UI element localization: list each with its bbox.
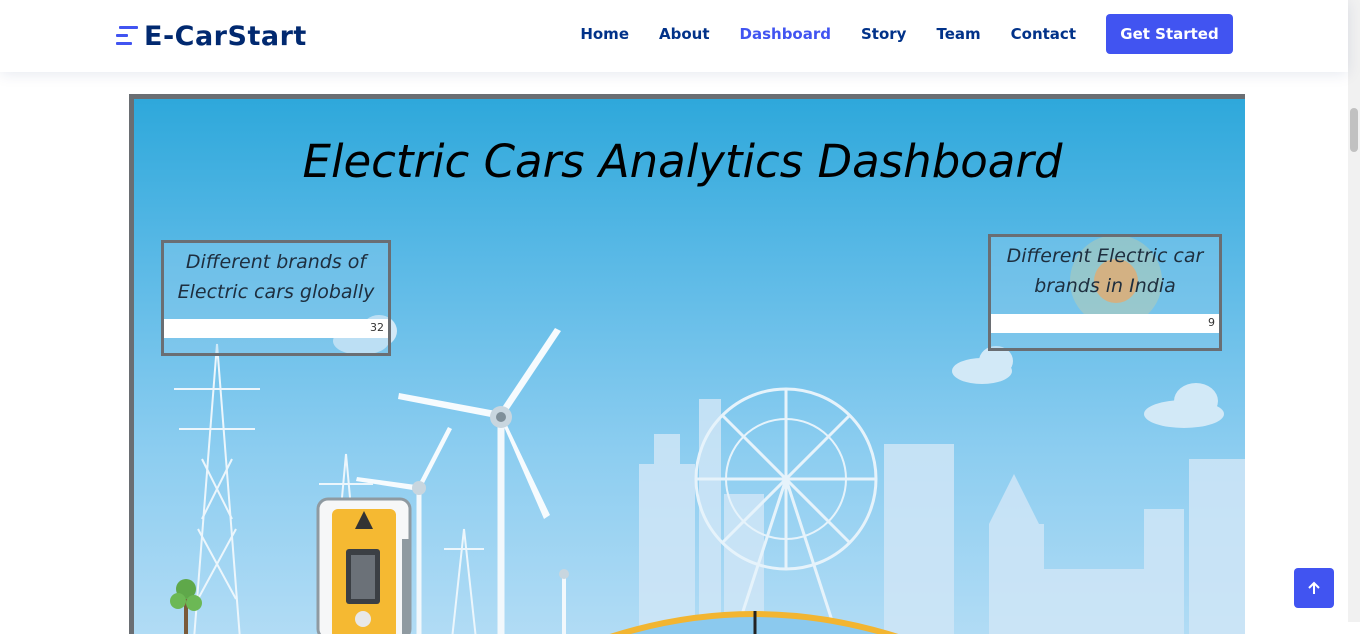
arrow-up-icon — [1308, 581, 1320, 594]
back-to-top-button[interactable] — [1294, 568, 1334, 608]
dashboard-title: Electric Cars Analytics Dashboard — [302, 135, 1063, 188]
kpi-india-brands[interactable]: Different Electric car brands in India 9 — [988, 234, 1222, 351]
nav-about[interactable]: About — [659, 25, 710, 43]
scrollbar-thumb[interactable] — [1350, 108, 1358, 152]
kpi-india-brands-value: 9 — [1208, 316, 1215, 329]
page-scrollbar[interactable] — [1348, 0, 1360, 622]
brand-name: E-CarStart — [144, 20, 307, 52]
ferris-wheel — [694, 387, 878, 634]
charging-station — [316, 497, 412, 634]
nav-team[interactable]: Team — [936, 25, 980, 43]
menu-lines-icon — [116, 22, 140, 50]
brand-logo[interactable]: E-CarStart — [116, 18, 307, 54]
kpi-india-brands-label: Different Electric car brands in India — [1006, 245, 1204, 297]
kpi-global-brands[interactable]: Different brands of Electric cars global… — [161, 240, 391, 356]
city-skyline — [639, 399, 1245, 634]
nav-home[interactable]: Home — [580, 25, 629, 43]
kpi-global-brands-value: 32 — [370, 321, 384, 334]
dashboard-canvas: Electric Cars Analytics Dashboard Differ… — [134, 99, 1245, 634]
kpi-global-brands-label: Different brands of Electric cars global… — [177, 251, 375, 303]
nav-story[interactable]: Story — [861, 25, 906, 43]
site-header: E-CarStart Home About Dashboard Story Te… — [0, 0, 1348, 72]
get-started-button[interactable]: Get Started — [1106, 14, 1233, 54]
nav-dashboard[interactable]: Dashboard — [740, 25, 831, 43]
dashboard-frame: Electric Cars Analytics Dashboard Differ… — [129, 94, 1245, 634]
kpi-india-brands-bar: 9 — [991, 314, 1219, 333]
main-nav: Home About Dashboard Story Team Contact … — [550, 14, 1233, 54]
nav-contact[interactable]: Contact — [1011, 25, 1076, 43]
kpi-global-brands-bar: 32 — [164, 319, 388, 338]
